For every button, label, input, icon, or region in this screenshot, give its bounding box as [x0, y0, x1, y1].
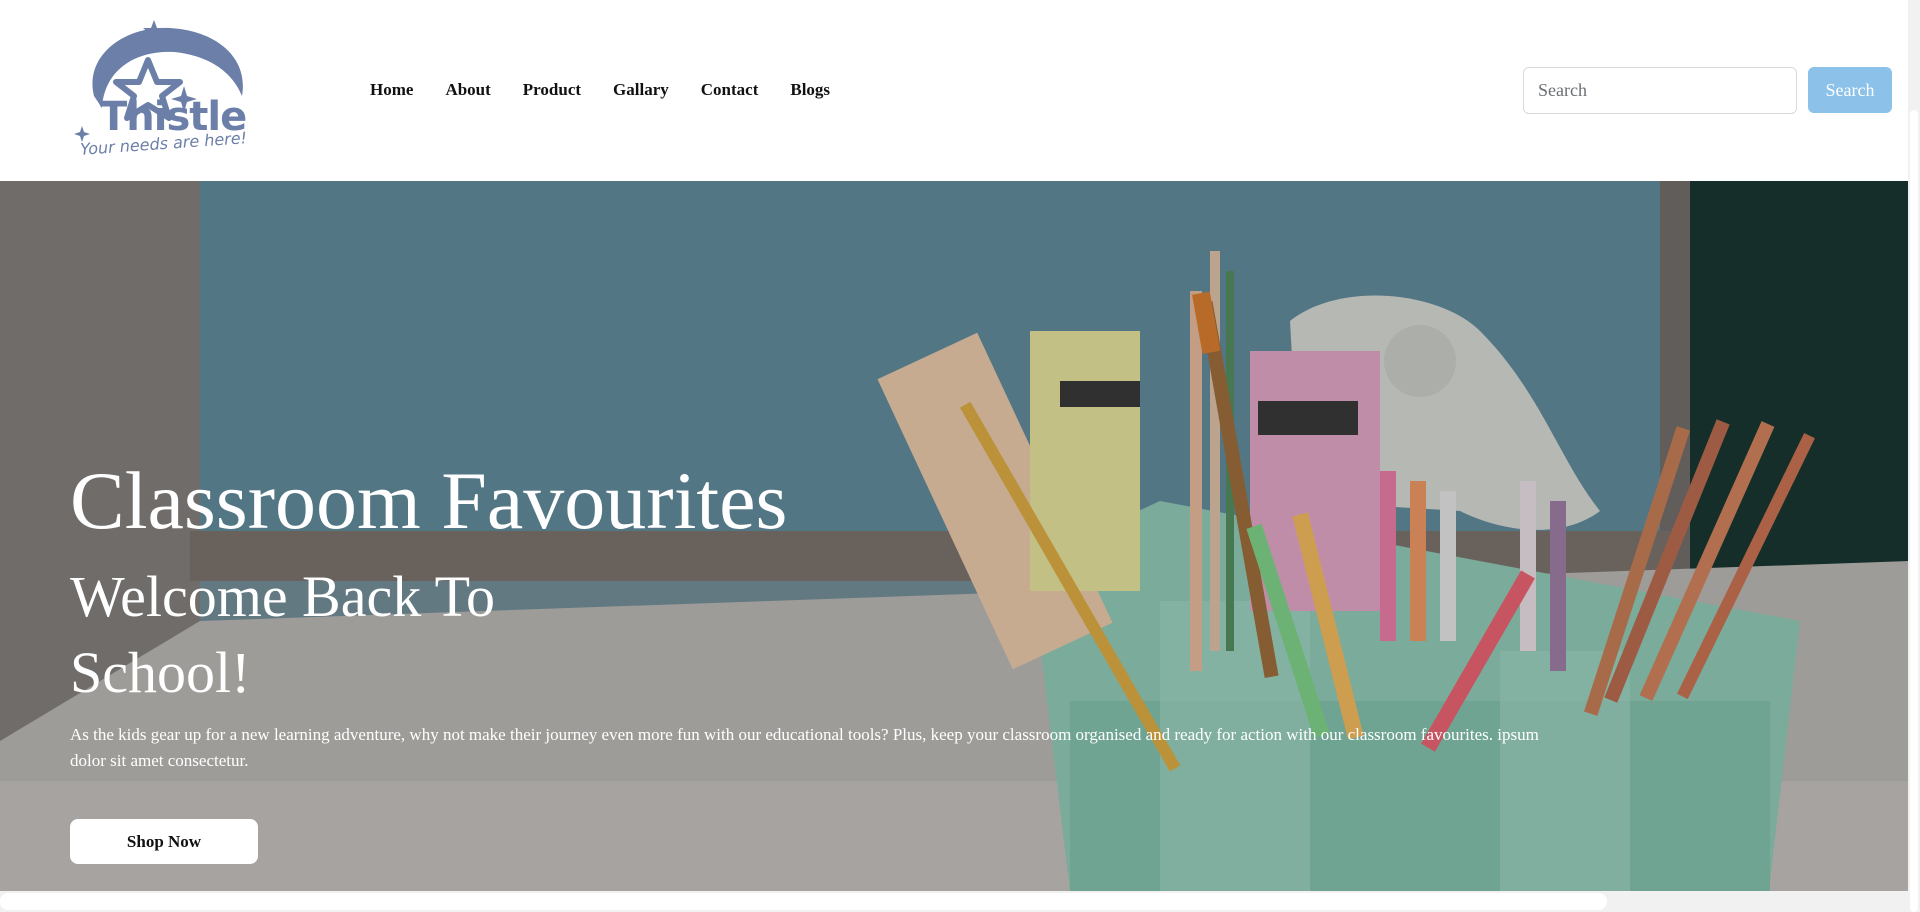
- hero-subheading: Welcome Back To School!: [70, 564, 496, 705]
- search-input[interactable]: [1523, 67, 1797, 114]
- main-nav: Home About Product Gallary Contact Blogs: [370, 78, 862, 102]
- nav-item-gallary[interactable]: Gallary: [613, 78, 669, 102]
- nav-item-blogs[interactable]: Blogs: [790, 78, 830, 102]
- hero-banner: Classroom Favourites Welcome Back To Sch…: [0, 181, 1908, 891]
- hero-description: As the kids gear up for a new learning a…: [70, 725, 1539, 770]
- nav-item-product[interactable]: Product: [523, 78, 581, 102]
- horizontal-scrollbar-thumb[interactable]: [0, 893, 1607, 910]
- nav-item-home[interactable]: Home: [370, 78, 413, 102]
- vertical-scrollbar[interactable]: [1908, 0, 1920, 912]
- search-button[interactable]: Search: [1808, 67, 1892, 113]
- hero-heading: Classroom Favourites: [70, 455, 788, 546]
- nav-item-contact[interactable]: Contact: [701, 78, 759, 102]
- nav-item-about[interactable]: About: [445, 78, 490, 102]
- vertical-scrollbar-thumb[interactable]: [1910, 110, 1918, 912]
- brand-logo[interactable]: Thistle Your needs are here!: [74, 16, 260, 164]
- site-header: Thistle Your needs are here! Home About …: [0, 0, 1908, 181]
- horizontal-scrollbar[interactable]: [0, 891, 1908, 912]
- shop-now-button[interactable]: Shop Now: [70, 819, 258, 864]
